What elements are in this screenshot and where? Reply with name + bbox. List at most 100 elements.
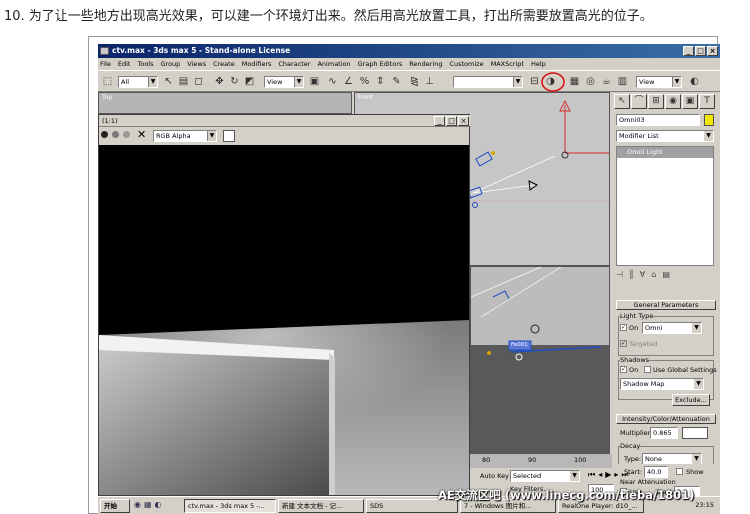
desktop-icon[interactable]: ▦ xyxy=(144,500,152,509)
remove-modifier-icon[interactable]: ⌂ xyxy=(651,270,656,284)
named-selection-icon[interactable]: ✎ xyxy=(390,75,403,88)
render-window-title[interactable]: (1:1) _ □ × xyxy=(99,115,471,127)
color-swatch[interactable] xyxy=(223,130,235,142)
menu-group[interactable]: Group xyxy=(161,58,181,70)
render-close-button[interactable]: × xyxy=(458,116,469,126)
object-color-swatch[interactable] xyxy=(704,114,714,126)
menu-tools[interactable]: Tools xyxy=(137,58,153,70)
auto-key-button[interactable]: Auto Key xyxy=(480,472,509,480)
reference-coord-dropdown[interactable]: View ▼ xyxy=(264,76,304,88)
modifier-list-dropdown[interactable]: Modifier List ▼ xyxy=(616,130,714,142)
select-by-name-icon[interactable]: ▤ xyxy=(177,75,190,88)
perspective-viewport[interactable]: Fe001 xyxy=(470,266,610,454)
motion-tab-icon[interactable]: ◉ xyxy=(665,94,681,109)
render-last-icon[interactable]: ▥ xyxy=(616,75,629,88)
hierarchy-tab-icon[interactable]: ⊞ xyxy=(648,94,664,109)
channel-green-icon[interactable] xyxy=(112,131,119,138)
move-icon[interactable]: ✥ xyxy=(213,75,226,88)
menu-edit[interactable]: Edit xyxy=(118,58,131,70)
main-toolbar: ⬚ All ▼ ↖ ▤ ◻ ✥ ↻ ◩ View ▼ ▣ ∿ ∠ % ⇕ ✎ ⧎ ⊥… xyxy=(98,70,720,92)
media-icon[interactable]: ◐ xyxy=(155,500,162,509)
render-minimize-button[interactable]: _ xyxy=(434,116,445,126)
quick-launch: ◉ ▦ ◐ xyxy=(134,500,162,509)
task-notepad[interactable]: 新建 文本文档 - 记... xyxy=(278,499,364,513)
general-parameters-header[interactable]: General Parameters xyxy=(616,300,716,310)
channel-dropdown[interactable]: RGB Alpha ▼ xyxy=(153,130,217,142)
select-icon[interactable]: ⬚ xyxy=(101,75,114,88)
menu-views[interactable]: Views xyxy=(187,58,206,70)
menu-create[interactable]: Create xyxy=(213,58,235,70)
channel-red-icon[interactable] xyxy=(101,131,108,138)
snap-icon[interactable]: ∿ xyxy=(326,75,339,88)
next-frame-icon[interactable]: ▸ xyxy=(614,470,618,480)
command-panel: ↖ ⌒ ⊞ ◉ ▣ T Omni03 Modifier List ▼ Omni L… xyxy=(612,92,720,480)
menu-customize[interactable]: Customize xyxy=(449,58,483,70)
create-tab-icon[interactable]: ↖ xyxy=(614,94,630,109)
playback-controls: ⏮ ◂ ▶ ▸ ⏭ xyxy=(588,470,629,480)
menu-help[interactable]: Help xyxy=(531,58,546,70)
top-viewport[interactable]: Top xyxy=(98,92,352,114)
render-scene-icon[interactable]: ◎ xyxy=(584,75,597,88)
play-icon[interactable]: ▶ xyxy=(605,470,611,480)
light-type-dropdown[interactable]: Omni ▼ xyxy=(642,322,702,334)
prev-frame-icon[interactable]: ◂ xyxy=(598,470,602,480)
top-viewport-label[interactable]: Top xyxy=(102,94,112,101)
view-dropdown[interactable]: View ▼ xyxy=(636,76,682,88)
select-object-icon[interactable]: ↖ xyxy=(162,75,175,88)
render-icon[interactable]: ◐ xyxy=(688,75,701,88)
minimize-button[interactable]: _ xyxy=(683,46,694,56)
region-select-icon[interactable]: ◻ xyxy=(192,75,205,88)
make-unique-icon[interactable]: ∀ xyxy=(640,270,645,284)
render-maximize-button[interactable]: □ xyxy=(446,116,457,126)
align-icon[interactable]: ⊥ xyxy=(423,75,436,88)
percent-snap-icon[interactable]: % xyxy=(358,75,371,88)
utilities-tab-icon[interactable]: T xyxy=(699,94,715,109)
clear-icon[interactable]: ✕ xyxy=(137,128,146,141)
light-color-swatch[interactable] xyxy=(682,427,708,439)
pin-stack-icon[interactable]: ⊣ xyxy=(616,270,623,284)
task-3dsmax[interactable]: ctv.max - 3ds max 5 -... xyxy=(184,499,276,513)
menu-maxscript[interactable]: MAXScript xyxy=(491,58,524,70)
rotate-icon[interactable]: ↻ xyxy=(228,75,241,88)
spinner-snap-icon[interactable]: ⇕ xyxy=(374,75,387,88)
menu-animation[interactable]: Animation xyxy=(317,58,350,70)
shadow-type-dropdown[interactable]: Shadow Map ▼ xyxy=(620,378,704,390)
exclude-button[interactable]: Exclude... xyxy=(672,394,710,406)
material-editor-icon[interactable]: ▦ xyxy=(568,75,581,88)
go-end-icon[interactable]: ⏭ xyxy=(621,470,628,480)
angle-snap-icon[interactable]: ∠ xyxy=(342,75,355,88)
multiplier-field[interactable]: 0.865 xyxy=(650,427,678,439)
key-mode-dropdown[interactable]: Selected ▼ xyxy=(510,470,580,482)
menu-character[interactable]: Character xyxy=(278,58,310,70)
close-button[interactable]: × xyxy=(707,46,718,56)
configure-sets-icon[interactable]: ▤ xyxy=(662,270,670,284)
object-name-field[interactable]: Omni03 xyxy=(616,114,700,126)
targeted-checkbox[interactable]: ✓ xyxy=(620,340,627,347)
stack-item-omni-light[interactable]: Omni Light xyxy=(617,147,713,158)
menu-modifiers[interactable]: Modifiers xyxy=(242,58,272,70)
named-selection-dropdown[interactable]: ▼ xyxy=(453,76,523,88)
quick-render-icon[interactable]: ☕ xyxy=(600,75,613,88)
modify-tab-icon[interactable]: ⌒ xyxy=(631,94,647,109)
light-on-checkbox[interactable]: ✓ xyxy=(620,324,627,331)
title-bar[interactable]: ctv.max - 3ds max 5 - Stand-alone Licens… xyxy=(98,44,720,58)
menu-rendering[interactable]: Rendering xyxy=(409,58,442,70)
menu-graph-editors[interactable]: Graph Editors xyxy=(358,58,403,70)
intensity-header[interactable]: Intensity/Color/Attenuation xyxy=(616,414,716,424)
pivot-icon[interactable]: ▣ xyxy=(308,75,321,88)
mirror-icon[interactable]: ⧎ xyxy=(408,75,421,88)
show-end-icon[interactable]: ║ xyxy=(629,270,634,284)
use-global-checkbox[interactable] xyxy=(644,366,651,373)
selection-filter-dropdown[interactable]: All ▼ xyxy=(118,76,158,88)
go-start-icon[interactable]: ⏮ xyxy=(588,470,595,480)
display-tab-icon[interactable]: ▣ xyxy=(682,94,698,109)
menu-file[interactable]: File xyxy=(100,58,111,70)
channel-blue-icon[interactable] xyxy=(123,131,130,138)
scale-icon[interactable]: ◩ xyxy=(243,75,256,88)
shadows-on-checkbox[interactable]: ✓ xyxy=(620,366,627,373)
maximize-button[interactable]: □ xyxy=(695,46,706,56)
multiplier-label: Multiplier: xyxy=(620,429,653,437)
ie-icon[interactable]: ◉ xyxy=(134,500,141,509)
timeline-ruler[interactable]: 80 90 100 xyxy=(470,454,612,468)
start-button[interactable]: 开始 xyxy=(100,499,130,513)
